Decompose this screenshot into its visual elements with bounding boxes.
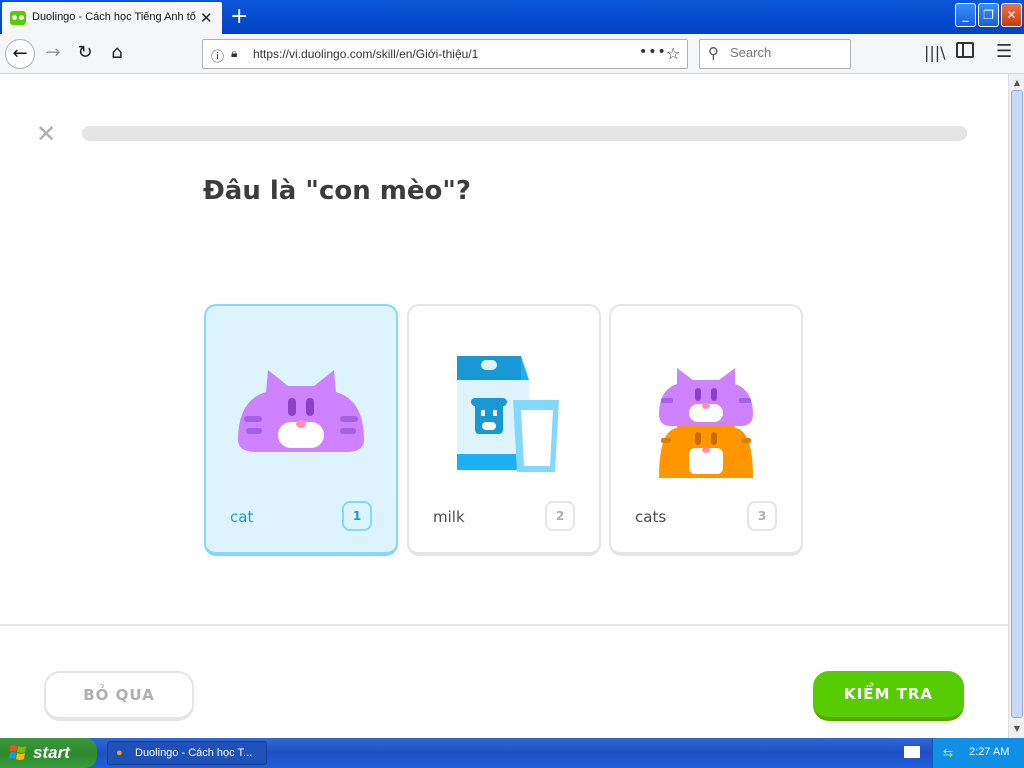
lesson-page: ✕ Đâu là "con mèo"? cat 1 milk 2 cats 3 … [0,74,1008,738]
browser-tab[interactable]: Duolingo - Cách học Tiếng Anh tốt ✕ [2,2,222,34]
sidebar-toggle-icon[interactable] [956,42,974,58]
scroll-up-arrow-icon[interactable]: ▲ [1010,76,1024,90]
cat-icon [238,370,364,452]
choice-label: cat [230,508,254,526]
choice-card-milk[interactable]: milk 2 [407,304,601,556]
choice-key-badge: 3 [747,501,777,531]
url-text[interactable]: https://vi.duolingo.com/skill/en/Giới-th… [253,47,478,61]
footer-divider [0,624,1008,626]
url-bar[interactable]: ⓘ 🔒︎ https://vi.duolingo.com/skill/en/Gi… [202,39,688,69]
page-scrollbar[interactable]: ▲ ▼ [1008,74,1024,738]
firefox-icon: ● [116,747,123,759]
keyboard-icon[interactable] [904,746,920,758]
tab-title: Duolingo - Cách học Tiếng Anh tốt [32,11,196,23]
system-tray: ⇆ 2:27 AM [932,738,1024,768]
check-button[interactable]: KIỂM TRA [813,671,964,721]
skip-button[interactable]: BỎ QUA [44,671,194,721]
windows-taskbar: start ● Duolingo - Cách học T... ⇆ 2:27 … [0,738,1024,768]
forward-button[interactable]: → [38,39,68,69]
library-icon[interactable]: |||\ [924,43,946,62]
choice-card-cat[interactable]: cat 1 [204,304,398,556]
browser-toolbar: ← → ↻ ⌂ ⓘ 🔒︎ https://vi.duolingo.com/ski… [0,34,1024,74]
search-input[interactable] [730,45,845,60]
home-button[interactable]: ⌂ [102,39,132,69]
taskbar-item-label: Duolingo - Cách học T... [135,747,253,759]
close-lesson-icon[interactable]: ✕ [36,120,56,148]
milk-icon [457,356,559,472]
restore-window-button[interactable]: ❐ [978,3,999,27]
browser-title-bar: Duolingo - Cách học Tiếng Anh tốt ✕ + _ … [0,0,1024,34]
lock-icon[interactable]: 🔒︎ [231,46,237,61]
search-icon: ⚲ [708,44,719,62]
start-button[interactable]: start [0,738,97,768]
start-label: start [33,743,70,762]
bookmark-star-icon[interactable]: ☆ [666,44,680,63]
network-icon[interactable]: ⇆ [943,746,953,760]
choice-key-badge: 1 [342,501,372,531]
duolingo-favicon-icon [10,11,26,25]
choice-label: milk [433,508,465,526]
clock[interactable]: 2:27 AM [969,746,1009,758]
windows-logo-icon [9,745,26,760]
scroll-thumb[interactable] [1011,90,1023,718]
close-window-button[interactable]: ✕ [1001,3,1022,27]
choice-card-cats[interactable]: cats 3 [609,304,803,556]
scroll-down-arrow-icon[interactable]: ▼ [1010,722,1024,736]
back-button[interactable]: ← [5,39,35,69]
search-box[interactable]: ⚲ [699,39,851,69]
site-info-icon[interactable]: ⓘ [211,46,224,65]
close-tab-icon[interactable]: ✕ [200,9,213,27]
new-tab-icon[interactable]: + [230,4,248,29]
choice-label: cats [635,508,667,526]
question-title: Đâu là "con mèo"? [203,176,471,206]
minimize-window-button[interactable]: _ [955,3,976,27]
reload-button[interactable]: ↻ [70,39,100,69]
page-actions-icon[interactable]: ••• [639,44,667,60]
cats-icon [659,368,753,478]
taskbar-item-firefox[interactable]: ● Duolingo - Cách học T... [107,741,267,765]
choice-key-badge: 2 [545,501,575,531]
lesson-progress-bar [82,126,967,141]
hamburger-menu-icon[interactable]: ☰ [996,41,1012,62]
